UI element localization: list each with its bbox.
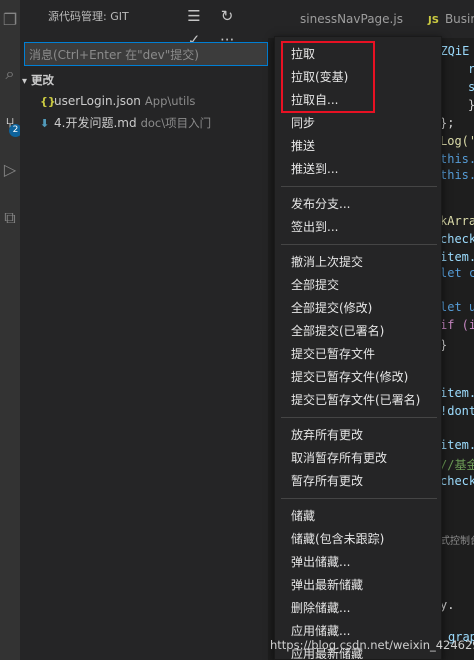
code-line: kArra bbox=[440, 214, 474, 228]
panel-title: 源代码管理: GIT bbox=[48, 10, 129, 23]
menu-item[interactable]: 弹出储藏... bbox=[291, 553, 350, 570]
code-line: }; bbox=[440, 116, 455, 130]
menu-item[interactable]: 撤消上次提交 bbox=[291, 253, 363, 270]
code-line: Log(' bbox=[440, 134, 474, 148]
code-line: item. bbox=[440, 386, 474, 400]
changed-file-row[interactable]: {}userLogin.json App\utils bbox=[40, 94, 195, 108]
editor-tab-bar: sinessNavPage.js JS Busir bbox=[268, 0, 474, 38]
menu-item[interactable]: 签出到... bbox=[291, 218, 338, 235]
menu-item[interactable]: 删除储藏... bbox=[291, 599, 350, 616]
menu-item[interactable]: 全部提交(已署名) bbox=[291, 322, 384, 339]
code-line: 式控制台 bbox=[440, 536, 474, 547]
code-line: item. bbox=[440, 250, 474, 264]
menu-item[interactable]: 发布分支... bbox=[291, 195, 350, 212]
panel-toolbar: ☰ ↻ ✓ ··· bbox=[180, 4, 268, 49]
code-line: } bbox=[468, 98, 474, 112]
changes-group[interactable]: ▾ 更改 bbox=[22, 72, 54, 88]
extensions-icon[interactable]: ⧉ bbox=[0, 206, 20, 230]
menu-separator bbox=[281, 498, 437, 499]
menu-separator bbox=[281, 244, 437, 245]
code-line: item.a bbox=[440, 438, 474, 452]
menu-item[interactable]: 推送 bbox=[291, 137, 315, 154]
code-line: //基金 bbox=[440, 458, 474, 472]
menu-item[interactable]: 推送到... bbox=[291, 160, 338, 177]
menu-item[interactable]: 放弃所有更改 bbox=[291, 426, 363, 443]
editor-tab[interactable]: sinessNavPage.js bbox=[300, 0, 403, 38]
markdown-file-icon: ⬇ bbox=[40, 117, 50, 130]
code-line: check bbox=[440, 232, 474, 246]
menu-item[interactable]: 全部提交(修改) bbox=[291, 299, 372, 316]
refresh-icon[interactable]: ↻ bbox=[213, 4, 241, 28]
menu-item[interactable]: 储藏(包含未跟踪) bbox=[291, 530, 384, 547]
js-file-icon: JS bbox=[428, 15, 439, 26]
commit-message-input[interactable]: 消息(Ctrl+Enter 在"dev"提交) bbox=[24, 42, 268, 66]
file-path: App\utils bbox=[144, 94, 196, 108]
menu-item[interactable]: 提交已暂存文件(修改) bbox=[291, 368, 408, 385]
explorer-icon[interactable]: ❐ bbox=[0, 8, 20, 32]
menu-separator bbox=[281, 186, 437, 187]
code-line: this. bbox=[440, 152, 474, 166]
menu-item[interactable]: 储藏 bbox=[291, 507, 315, 524]
run-debug-icon[interactable]: ▷ bbox=[0, 158, 20, 182]
code-line: let u bbox=[440, 300, 474, 314]
menu-item[interactable]: 取消暂存所有更改 bbox=[291, 449, 387, 466]
menu-item[interactable]: 全部提交 bbox=[291, 276, 339, 293]
code-line: let c bbox=[440, 266, 474, 280]
menu-item[interactable]: 同步 bbox=[291, 114, 315, 131]
code-line: y. bbox=[440, 598, 455, 612]
json-file-icon: {} bbox=[40, 95, 56, 108]
menu-item[interactable]: 暂存所有更改 bbox=[291, 472, 363, 489]
code-line: s bbox=[468, 80, 474, 94]
file-name: 4.开发问题.md bbox=[54, 116, 137, 130]
view-as-list-icon[interactable]: ☰ bbox=[180, 4, 208, 28]
file-name: userLogin.json bbox=[54, 94, 141, 108]
tab-label: Busir bbox=[444, 12, 474, 26]
changed-file-row[interactable]: ⬇ 4.开发问题.md doc\项目入门 bbox=[40, 114, 211, 131]
activity-bar: ❐ ⌕ ⑂ 2 ▷ ⧉ bbox=[0, 0, 22, 660]
tab-label: sinessNavPage.js bbox=[300, 12, 403, 26]
menu-item[interactable]: 应用储藏... bbox=[291, 622, 350, 639]
code-line: check bbox=[440, 474, 474, 488]
source-control-more-menu: 拉取 拉取(变基) 拉取自... 同步 推送 推送到... 发布分支... 签出到... 撤消上… bbox=[274, 36, 442, 660]
code-line: this. bbox=[440, 168, 474, 182]
chevron-down-icon: ▾ bbox=[22, 76, 28, 87]
menu-item[interactable]: 提交已暂存文件 bbox=[291, 345, 375, 362]
file-path: doc\项目入门 bbox=[140, 116, 212, 130]
menu-item[interactable]: 弹出最新储藏 bbox=[291, 576, 363, 593]
menu-item[interactable]: 提交已暂存文件(已署名) bbox=[291, 391, 420, 408]
editor-tab[interactable]: JS Busir bbox=[428, 0, 474, 38]
menu-separator bbox=[281, 417, 437, 418]
search-icon[interactable]: ⌕ bbox=[0, 62, 20, 86]
code-line: r bbox=[468, 62, 474, 76]
changes-group-label: 更改 bbox=[31, 73, 55, 87]
code-line: !dont bbox=[440, 404, 474, 418]
highlight-box bbox=[281, 41, 375, 113]
watermark: https://blog.csdn.net/weixin_42462981 bbox=[270, 638, 474, 652]
code-line: if (i bbox=[440, 318, 474, 332]
